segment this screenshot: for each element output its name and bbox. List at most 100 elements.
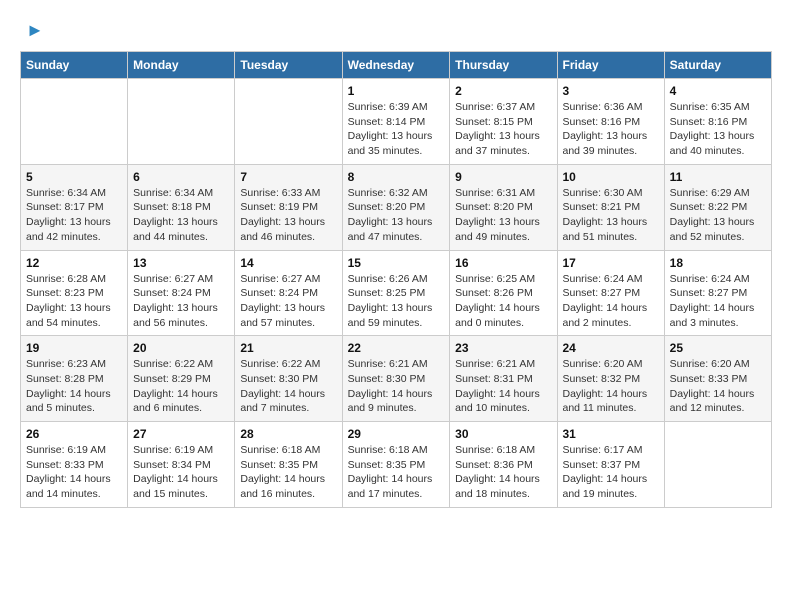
day-number: 24 bbox=[563, 341, 659, 355]
calendar-cell: 23Sunrise: 6:21 AM Sunset: 8:31 PM Dayli… bbox=[450, 336, 557, 422]
day-number: 27 bbox=[133, 427, 229, 441]
day-info: Sunrise: 6:24 AM Sunset: 8:27 PM Dayligh… bbox=[670, 272, 766, 331]
day-number: 10 bbox=[563, 170, 659, 184]
calendar-cell: 27 Sunrise: 6:19 AM Sunset: 8:34 PM Dayli… bbox=[128, 422, 235, 508]
calendar-cell: 18Sunrise: 6:24 AM Sunset: 8:27 PM Dayli… bbox=[664, 250, 771, 336]
day-info: Sunrise: 6:17 AM Sunset: 8:37 PM Dayligh… bbox=[563, 443, 659, 502]
calendar-cell: 11 Sunrise: 6:29 AM Sunset: 8:22 PM Dayli… bbox=[664, 164, 771, 250]
day-info: Sunrise: 6:20 AM Sunset: 8:33 PM Dayligh… bbox=[670, 357, 766, 416]
day-number: 1 bbox=[348, 84, 445, 98]
calendar-cell: 26 Sunrise: 6:19 AM Sunset: 8:33 PM Dayli… bbox=[21, 422, 128, 508]
logo: ► bbox=[20, 20, 44, 41]
day-info: Sunrise: 6:24 AM Sunset: 8:27 PM Dayligh… bbox=[563, 272, 659, 331]
day-info: Sunrise: 6:36 AM Sunset: 8:16 PM Dayligh… bbox=[563, 100, 659, 159]
day-info: Sunrise: 6:34 AM Sunset: 8:17 PM Dayligh… bbox=[26, 186, 122, 245]
day-number: 9 bbox=[455, 170, 551, 184]
calendar-cell: 24 Sunrise: 6:20 AM Sunset: 8:32 PM Dayli… bbox=[557, 336, 664, 422]
calendar-cell: 29 Sunrise: 6:18 AM Sunset: 8:35 PM Dayli… bbox=[342, 422, 450, 508]
page-header: ► bbox=[20, 20, 772, 41]
day-number: 6 bbox=[133, 170, 229, 184]
calendar-cell: 17 Sunrise: 6:24 AM Sunset: 8:27 PM Dayli… bbox=[557, 250, 664, 336]
day-info: Sunrise: 6:18 AM Sunset: 8:35 PM Dayligh… bbox=[240, 443, 336, 502]
calendar-header-thursday: Thursday bbox=[450, 52, 557, 79]
day-number: 16 bbox=[455, 256, 551, 270]
calendar-cell: 3 Sunrise: 6:36 AM Sunset: 8:16 PM Daylig… bbox=[557, 79, 664, 165]
day-number: 25 bbox=[670, 341, 766, 355]
calendar-cell: 19Sunrise: 6:23 AM Sunset: 8:28 PM Dayli… bbox=[21, 336, 128, 422]
day-number: 8 bbox=[348, 170, 445, 184]
day-number: 14 bbox=[240, 256, 336, 270]
calendar-table: SundayMondayTuesdayWednesdayThursdayFrid… bbox=[20, 51, 772, 508]
day-number: 13 bbox=[133, 256, 229, 270]
day-info: Sunrise: 6:33 AM Sunset: 8:19 PM Dayligh… bbox=[240, 186, 336, 245]
calendar-cell: 6 Sunrise: 6:34 AM Sunset: 8:18 PM Daylig… bbox=[128, 164, 235, 250]
calendar-week-3: 12Sunrise: 6:28 AM Sunset: 8:23 PM Dayli… bbox=[21, 250, 772, 336]
day-number: 26 bbox=[26, 427, 122, 441]
calendar-cell: 1Sunrise: 6:39 AM Sunset: 8:14 PM Daylig… bbox=[342, 79, 450, 165]
calendar-cell bbox=[235, 79, 342, 165]
day-number: 11 bbox=[670, 170, 766, 184]
day-number: 20 bbox=[133, 341, 229, 355]
day-info: Sunrise: 6:25 AM Sunset: 8:26 PM Dayligh… bbox=[455, 272, 551, 331]
calendar-cell bbox=[21, 79, 128, 165]
calendar-cell: 2 Sunrise: 6:37 AM Sunset: 8:15 PM Daylig… bbox=[450, 79, 557, 165]
day-info: Sunrise: 6:22 AM Sunset: 8:29 PM Dayligh… bbox=[133, 357, 229, 416]
day-info: Sunrise: 6:35 AM Sunset: 8:16 PM Dayligh… bbox=[670, 100, 766, 159]
calendar-week-2: 5Sunrise: 6:34 AM Sunset: 8:17 PM Daylig… bbox=[21, 164, 772, 250]
calendar-cell bbox=[664, 422, 771, 508]
day-info: Sunrise: 6:18 AM Sunset: 8:36 PM Dayligh… bbox=[455, 443, 551, 502]
calendar-cell: 9 Sunrise: 6:31 AM Sunset: 8:20 PM Daylig… bbox=[450, 164, 557, 250]
calendar-cell: 5Sunrise: 6:34 AM Sunset: 8:17 PM Daylig… bbox=[21, 164, 128, 250]
day-info: Sunrise: 6:19 AM Sunset: 8:33 PM Dayligh… bbox=[26, 443, 122, 502]
calendar-cell: 22Sunrise: 6:21 AM Sunset: 8:30 PM Dayli… bbox=[342, 336, 450, 422]
day-number: 31 bbox=[563, 427, 659, 441]
day-number: 23 bbox=[455, 341, 551, 355]
calendar-cell: 7 Sunrise: 6:33 AM Sunset: 8:19 PM Daylig… bbox=[235, 164, 342, 250]
calendar-cell: 16 Sunrise: 6:25 AM Sunset: 8:26 PM Dayli… bbox=[450, 250, 557, 336]
calendar-week-1: 1Sunrise: 6:39 AM Sunset: 8:14 PM Daylig… bbox=[21, 79, 772, 165]
day-number: 15 bbox=[348, 256, 445, 270]
calendar-header-tuesday: Tuesday bbox=[235, 52, 342, 79]
calendar-week-4: 19Sunrise: 6:23 AM Sunset: 8:28 PM Dayli… bbox=[21, 336, 772, 422]
calendar-header-wednesday: Wednesday bbox=[342, 52, 450, 79]
day-info: Sunrise: 6:18 AM Sunset: 8:35 PM Dayligh… bbox=[348, 443, 445, 502]
calendar-cell: 4 Sunrise: 6:35 AM Sunset: 8:16 PM Daylig… bbox=[664, 79, 771, 165]
day-number: 4 bbox=[670, 84, 766, 98]
day-number: 17 bbox=[563, 256, 659, 270]
day-info: Sunrise: 6:22 AM Sunset: 8:30 PM Dayligh… bbox=[240, 357, 336, 416]
day-info: Sunrise: 6:31 AM Sunset: 8:20 PM Dayligh… bbox=[455, 186, 551, 245]
calendar-header-sunday: Sunday bbox=[21, 52, 128, 79]
calendar-cell: 10Sunrise: 6:30 AM Sunset: 8:21 PM Dayli… bbox=[557, 164, 664, 250]
day-info: Sunrise: 6:20 AM Sunset: 8:32 PM Dayligh… bbox=[563, 357, 659, 416]
day-number: 3 bbox=[563, 84, 659, 98]
calendar-cell: 21 Sunrise: 6:22 AM Sunset: 8:30 PM Dayli… bbox=[235, 336, 342, 422]
day-number: 21 bbox=[240, 341, 336, 355]
day-number: 2 bbox=[455, 84, 551, 98]
calendar-week-5: 26 Sunrise: 6:19 AM Sunset: 8:33 PM Dayli… bbox=[21, 422, 772, 508]
day-info: Sunrise: 6:29 AM Sunset: 8:22 PM Dayligh… bbox=[670, 186, 766, 245]
calendar-cell bbox=[128, 79, 235, 165]
day-number: 22 bbox=[348, 341, 445, 355]
day-info: Sunrise: 6:26 AM Sunset: 8:25 PM Dayligh… bbox=[348, 272, 445, 331]
day-number: 30 bbox=[455, 427, 551, 441]
calendar-header-row: SundayMondayTuesdayWednesdayThursdayFrid… bbox=[21, 52, 772, 79]
calendar-header-saturday: Saturday bbox=[664, 52, 771, 79]
day-number: 28 bbox=[240, 427, 336, 441]
day-info: Sunrise: 6:34 AM Sunset: 8:18 PM Dayligh… bbox=[133, 186, 229, 245]
day-info: Sunrise: 6:27 AM Sunset: 8:24 PM Dayligh… bbox=[133, 272, 229, 331]
day-number: 29 bbox=[348, 427, 445, 441]
calendar-cell: 25 Sunrise: 6:20 AM Sunset: 8:33 PM Dayli… bbox=[664, 336, 771, 422]
calendar-cell: 8 Sunrise: 6:32 AM Sunset: 8:20 PM Daylig… bbox=[342, 164, 450, 250]
day-info: Sunrise: 6:19 AM Sunset: 8:34 PM Dayligh… bbox=[133, 443, 229, 502]
day-info: Sunrise: 6:37 AM Sunset: 8:15 PM Dayligh… bbox=[455, 100, 551, 159]
day-info: Sunrise: 6:27 AM Sunset: 8:24 PM Dayligh… bbox=[240, 272, 336, 331]
calendar-cell: 14 Sunrise: 6:27 AM Sunset: 8:24 PM Dayli… bbox=[235, 250, 342, 336]
calendar-cell: 13 Sunrise: 6:27 AM Sunset: 8:24 PM Dayli… bbox=[128, 250, 235, 336]
day-info: Sunrise: 6:32 AM Sunset: 8:20 PM Dayligh… bbox=[348, 186, 445, 245]
day-info: Sunrise: 6:28 AM Sunset: 8:23 PM Dayligh… bbox=[26, 272, 122, 331]
calendar-header-monday: Monday bbox=[128, 52, 235, 79]
calendar-cell: 31 Sunrise: 6:17 AM Sunset: 8:37 PM Dayli… bbox=[557, 422, 664, 508]
day-number: 7 bbox=[240, 170, 336, 184]
day-info: Sunrise: 6:23 AM Sunset: 8:28 PM Dayligh… bbox=[26, 357, 122, 416]
logo-bird-icon: ► bbox=[26, 20, 44, 41]
